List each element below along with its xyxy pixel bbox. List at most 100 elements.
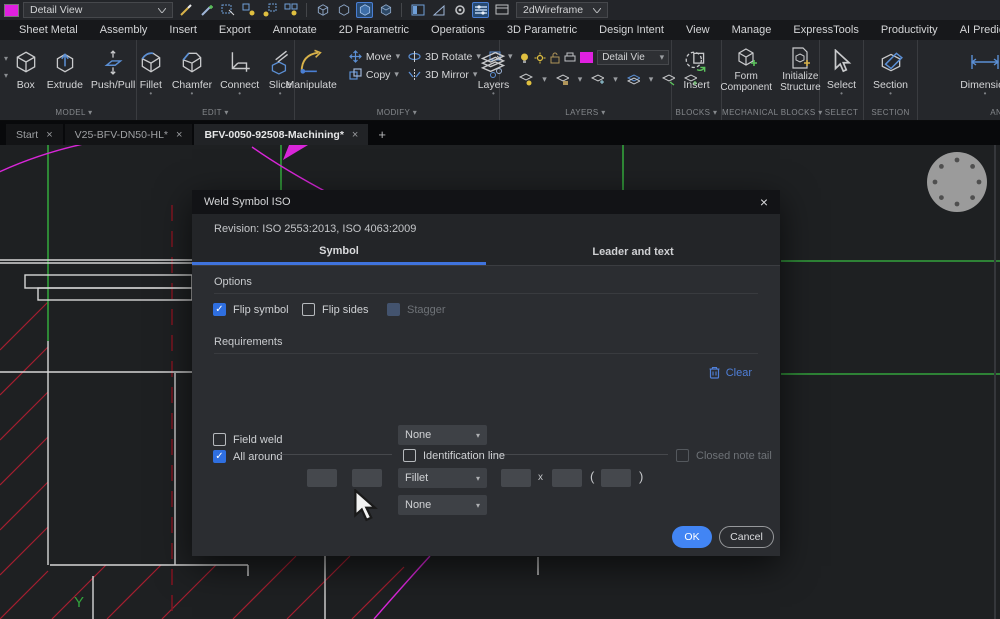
- prefix-input-1[interactable]: [307, 469, 337, 487]
- weld-type-top-dropdown[interactable]: None▾: [398, 425, 487, 445]
- select-button[interactable]: Select•: [823, 44, 860, 98]
- layer-freeze-toggle-icon[interactable]: [591, 73, 604, 86]
- tab-leader-and-text[interactable]: Leader and text: [486, 239, 780, 265]
- layer-dropdown[interactable]: Detail Vie▾: [597, 50, 669, 65]
- menu-2d-parametric[interactable]: 2D Parametric: [328, 20, 420, 40]
- menu-annotate[interactable]: Annotate: [262, 20, 328, 40]
- menu-sheet-metal[interactable]: Sheet Metal: [8, 20, 89, 40]
- menu-export[interactable]: Export: [208, 20, 262, 40]
- wireframe-cube-icon[interactable]: [314, 2, 331, 18]
- 3d-rotate-button[interactable]: 3D Rotate▾: [408, 50, 481, 63]
- menu-3d-parametric[interactable]: 3D Parametric: [496, 20, 588, 40]
- adaptive-grid-icon[interactable]: [472, 2, 489, 18]
- size-input-2[interactable]: [552, 469, 582, 487]
- layers-group-label[interactable]: LAYERS ▾: [500, 106, 671, 121]
- mechanical-blocks-group-label[interactable]: MECHANICAL BLOCKS ▾: [722, 106, 819, 121]
- copy-button[interactable]: Copy▾: [349, 68, 400, 81]
- insert-button[interactable]: Insert: [679, 44, 713, 92]
- size-input-3[interactable]: [601, 469, 631, 487]
- form-component-button[interactable]: Form Component: [716, 44, 776, 94]
- hidden-lines-cube-icon[interactable]: [335, 2, 352, 18]
- paintbrush-icon[interactable]: [177, 2, 194, 18]
- xray-cube-icon[interactable]: [377, 2, 394, 18]
- hide-objects-icon[interactable]: [261, 2, 278, 18]
- tab-start[interactable]: Start×: [6, 124, 63, 145]
- chamfer-button[interactable]: Chamfer•: [168, 44, 216, 98]
- connect-button[interactable]: Connect•: [216, 44, 263, 98]
- field-weld-checkbox[interactable]: Field weld: [213, 433, 283, 446]
- tab-doc2-active[interactable]: BFV-0050-92508-Machining*×: [194, 124, 368, 145]
- menu-insert[interactable]: Insert: [158, 20, 208, 40]
- extrude-button[interactable]: Extrude: [43, 44, 87, 92]
- fillet-button[interactable]: Fillet•: [134, 44, 168, 98]
- layers-button[interactable]: Layers•: [474, 44, 514, 98]
- layer-color-swatch[interactable]: [580, 52, 593, 63]
- magic-wand-icon[interactable]: [198, 2, 215, 18]
- section-group-label[interactable]: SECTION: [864, 106, 917, 121]
- move-button[interactable]: Move▾: [349, 50, 400, 63]
- menu-view[interactable]: View: [675, 20, 721, 40]
- menu-design-intent[interactable]: Design Intent: [588, 20, 675, 40]
- menu-ai-predict[interactable]: AI Predict: [949, 20, 1000, 40]
- layer-lock-icon[interactable]: [550, 52, 560, 64]
- 3d-mirror-button[interactable]: 3D Mirror▾: [408, 68, 481, 81]
- section-button[interactable]: Section•: [869, 44, 912, 98]
- menu-expresstools[interactable]: ExpressTools: [782, 20, 869, 40]
- close-tab-icon[interactable]: ×: [46, 129, 52, 141]
- layer-print-icon[interactable]: [564, 52, 576, 63]
- manipulate-button[interactable]: Manipulate: [282, 44, 341, 92]
- layer-isolate-icon[interactable]: [519, 73, 533, 86]
- dialog-title-bar[interactable]: Weld Symbol ISO ×: [192, 190, 780, 214]
- ok-button[interactable]: OK: [672, 526, 712, 548]
- identification-line-checkbox[interactable]: Identification line: [403, 449, 505, 462]
- current-layer-color-swatch[interactable]: [4, 4, 19, 17]
- draft-angle-icon[interactable]: [430, 2, 447, 18]
- close-tab-icon[interactable]: ×: [352, 129, 358, 141]
- settings-gear-icon[interactable]: [451, 2, 468, 18]
- select-group-label[interactable]: SELECT: [820, 106, 863, 121]
- menu-manage[interactable]: Manage: [721, 20, 783, 40]
- push-pull-button[interactable]: Push/Pull: [87, 44, 139, 92]
- show-objects-icon[interactable]: [282, 2, 299, 18]
- edit-group-label[interactable]: EDIT ▾: [137, 106, 294, 121]
- layer-states-icon[interactable]: [627, 73, 640, 86]
- annotate-group-label[interactable]: ANNOTATE: [918, 106, 1000, 121]
- close-tab-icon[interactable]: ×: [176, 129, 182, 141]
- prefix-input-2[interactable]: [352, 469, 382, 487]
- new-tab-button[interactable]: +: [370, 124, 394, 145]
- blocks-group-label[interactable]: BLOCKS ▾: [672, 106, 721, 121]
- all-around-checkbox[interactable]: ✓All around: [213, 450, 283, 463]
- layer-lock-toggle-icon[interactable]: [556, 73, 569, 86]
- tab-symbol[interactable]: Symbol: [192, 239, 486, 265]
- section-plane-icon: [877, 45, 905, 79]
- flip-symbol-checkbox[interactable]: ✓Flip symbol: [213, 303, 289, 316]
- dimension-button[interactable]: Dimension•: [956, 44, 1000, 98]
- box-button[interactable]: Box: [9, 44, 43, 92]
- weld-type-mid-dropdown[interactable]: Fillet▾: [398, 468, 487, 488]
- flip-sides-checkbox[interactable]: Flip sides: [302, 303, 368, 316]
- layer-state-dropdown[interactable]: Detail View: [23, 2, 173, 18]
- weld-type-bottom-dropdown[interactable]: None▾: [398, 495, 487, 515]
- select-similar-icon[interactable]: [219, 2, 236, 18]
- clear-button[interactable]: Clear: [709, 366, 752, 379]
- viewport-icon[interactable]: [493, 2, 510, 18]
- drawing-explorer-icon[interactable]: [409, 2, 426, 18]
- model-group-label[interactable]: MODEL ▾: [12, 106, 136, 121]
- modify-group-label[interactable]: MODIFY ▾: [295, 106, 499, 121]
- initialize-structure-button[interactable]: Initialize Structure: [776, 44, 825, 94]
- visual-style-dropdown[interactable]: 2dWireframe: [516, 2, 608, 18]
- shaded-cube-icon[interactable]: [356, 2, 373, 18]
- push-pull-icon: [100, 45, 126, 79]
- menu-assembly[interactable]: Assembly: [89, 20, 159, 40]
- menu-productivity[interactable]: Productivity: [870, 20, 949, 40]
- cancel-button[interactable]: Cancel: [719, 526, 774, 548]
- tab-doc1[interactable]: V25-BFV-DN50-HL*×: [65, 124, 193, 145]
- dialog-close-icon[interactable]: ×: [760, 195, 768, 209]
- layer-freeze-sun-icon[interactable]: [534, 52, 546, 64]
- layer-on-bulb-icon[interactable]: [519, 52, 530, 64]
- checkbox-unchecked-icon: [213, 433, 226, 446]
- menu-operations[interactable]: Operations: [420, 20, 496, 40]
- size-input-1[interactable]: [501, 469, 531, 487]
- rotate-3d-icon: [408, 50, 421, 63]
- isolate-objects-icon[interactable]: [240, 2, 257, 18]
